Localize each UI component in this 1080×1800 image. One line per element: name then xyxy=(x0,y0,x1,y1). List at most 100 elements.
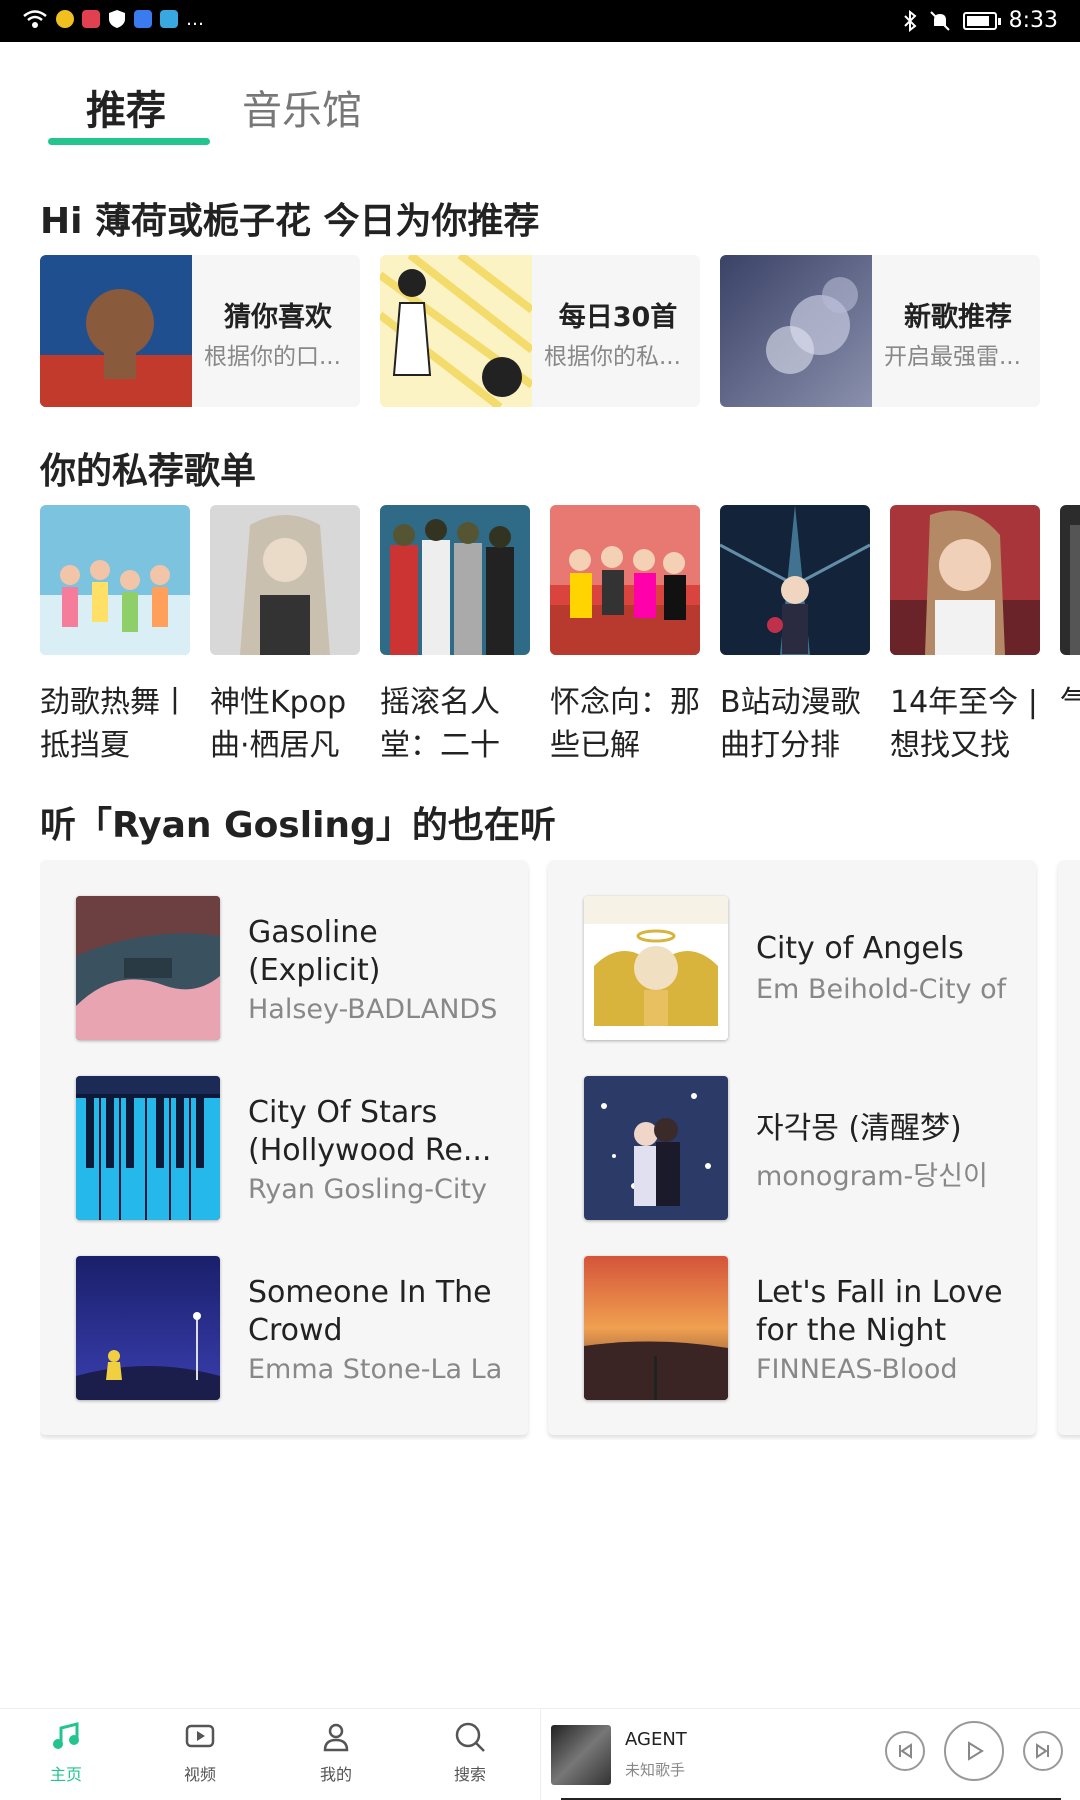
playlist-name: 怀念向：那些已解 xyxy=(550,685,700,763)
play-button[interactable] xyxy=(944,1721,1004,1781)
status-time: 8:33 xyxy=(1008,8,1058,33)
playlist-row: 劲歌热舞丨抵挡夏 神性Kpop曲·栖居凡 摇滚名人堂：二十 怀念向：那些已解 B… xyxy=(40,505,1080,765)
nav-label: 视频 xyxy=(183,1765,216,1784)
nav-label: 搜索 xyxy=(453,1765,486,1784)
playlist-cover xyxy=(1060,505,1080,655)
mute-icon xyxy=(929,10,950,31)
video-icon xyxy=(185,1724,215,1748)
recommend-title: 每日30首 xyxy=(558,302,678,333)
song-cover xyxy=(584,1076,728,1220)
recommend-card-daily30[interactable]: 每日30首 根据你的私... xyxy=(380,255,700,407)
playlist-name: 劲歌热舞丨抵挡夏 xyxy=(40,685,190,763)
playlist-item[interactable]: 劲歌热舞丨抵挡夏 xyxy=(40,505,190,765)
next-button[interactable] xyxy=(1023,1731,1063,1771)
playlist-item[interactable]: 摇滚名人堂：二十 xyxy=(380,505,530,765)
song-item[interactable]: Let's Fall in Love for the Night (E... F… xyxy=(584,1256,1024,1402)
greeting-title: Hi 薄荷或栀子花 今日为你推荐 xyxy=(40,201,540,242)
song-artist: Em Beihold-City of xyxy=(756,974,1007,1005)
song-title: Let's Fall in Love for the Night (E... xyxy=(756,1275,1003,1348)
now-playing-cover xyxy=(551,1725,611,1785)
recommend-card-guess[interactable]: 猜你喜欢 根据你的口... xyxy=(40,255,360,407)
skip-next-icon xyxy=(1036,1743,1049,1759)
nav-label: 主页 xyxy=(49,1765,82,1784)
nav-mine[interactable]: 我的 xyxy=(296,1717,376,1785)
more-icon: … xyxy=(186,8,204,30)
previous-button[interactable] xyxy=(885,1731,925,1771)
playlist-cover xyxy=(380,505,530,655)
playlist-cover xyxy=(210,505,360,655)
song-title: City Of Stars (Hollywood Re... xyxy=(248,1095,492,1168)
music-note-icon xyxy=(53,1722,79,1749)
song-artist: Ryan Gosling-City xyxy=(248,1174,487,1205)
recommend-card-new-songs[interactable]: 新歌推荐 开启最强雷... xyxy=(720,255,1040,407)
recommend-subtitle: 根据你的私... xyxy=(544,344,681,370)
song-item[interactable]: Someone In The Crowd Emma Stone-La La xyxy=(76,1256,516,1402)
status-left-icons: … xyxy=(22,8,204,30)
song-title: 자각몽 (清醒梦) xyxy=(756,1111,962,1146)
app-icon xyxy=(56,10,74,28)
nav-search[interactable]: 搜索 xyxy=(430,1717,510,1785)
tab-music-hall[interactable]: 音乐馆 xyxy=(242,78,362,136)
playlist-item[interactable]: 神性Kpop曲·栖居凡 xyxy=(210,505,360,765)
app-icon xyxy=(160,10,178,28)
playlist-item[interactable]: 怀念向：那些已解 xyxy=(550,505,700,765)
recommend-subtitle: 根据你的口... xyxy=(204,344,341,370)
nav-home[interactable]: 主页 xyxy=(26,1717,106,1785)
recommend-subtitle: 开启最强雷... xyxy=(884,344,1021,370)
nav-video[interactable]: 视频 xyxy=(160,1717,240,1785)
battery-icon xyxy=(962,11,1001,30)
playlist-name: 气磺 xyxy=(1060,685,1080,720)
mini-player[interactable]: AGENT 未知歌手 xyxy=(540,1709,1080,1800)
song-title: City of Angels xyxy=(756,931,964,966)
also-listening-title: 听「Ryan Gosling」的也在听 xyxy=(40,805,556,846)
song-group-card: City of Angels Em Beihold-City of 자각몽 (清… xyxy=(548,860,1036,1435)
playlist-cover xyxy=(890,505,1040,655)
bluetooth-icon xyxy=(903,9,917,32)
also-listening-row: Gasoline (Explicit) Halsey-BADLANDS City… xyxy=(40,860,1080,1440)
person-icon xyxy=(323,1723,349,1752)
playlist-item[interactable]: B站动漫歌曲打分排 xyxy=(719,505,871,765)
playlist-cover xyxy=(550,505,700,655)
recommend-title: 新歌推荐 xyxy=(904,302,1012,333)
status-right-icons: 8:33 xyxy=(903,8,1058,33)
shield-icon xyxy=(109,10,125,28)
playlist-item[interactable]: 气磺 xyxy=(1060,505,1080,765)
playlist-name: B站动漫歌曲打分排 xyxy=(720,685,861,763)
recommend-cover-image xyxy=(720,255,872,407)
song-cover xyxy=(76,1256,220,1400)
app-icon xyxy=(134,10,152,28)
playlist-cover xyxy=(719,505,871,655)
song-cover xyxy=(76,1076,220,1220)
song-item[interactable]: 자각몽 (清醒梦) monogram-당신이 xyxy=(584,1076,1024,1222)
song-artist: FINNEAS-Blood xyxy=(756,1354,958,1385)
song-artist: Emma Stone-La La xyxy=(248,1354,503,1385)
song-title: Someone In The Crowd xyxy=(248,1275,492,1348)
song-cover xyxy=(584,1256,728,1400)
song-item[interactable]: Gasoline (Explicit) Halsey-BADLANDS xyxy=(76,896,516,1042)
search-icon xyxy=(455,1722,485,1752)
now-playing-artist: 未知歌手 xyxy=(625,1761,686,1779)
song-item[interactable]: City of Angels Em Beihold-City of xyxy=(584,896,1024,1042)
playlist-name: 摇滚名人堂：二十 xyxy=(380,685,500,763)
recommend-title: 猜你喜欢 xyxy=(224,302,332,333)
playlist-item[interactable]: 14年至今 | 想找又找 xyxy=(890,505,1040,765)
recommend-row: 猜你喜欢 根据你的口... 每日30首 根据你的私... 新歌推荐 开启最强雷.… xyxy=(40,255,1040,407)
status-bar: … 8:33 xyxy=(0,0,1080,42)
now-playing-title: AGENT xyxy=(625,1729,687,1750)
nav-label: 我的 xyxy=(319,1765,352,1784)
song-cover xyxy=(76,896,220,1040)
active-tab-indicator xyxy=(48,138,210,145)
recommend-cover-image xyxy=(40,255,192,407)
wifi-icon xyxy=(23,10,47,28)
tab-recommend[interactable]: 推荐 xyxy=(86,78,166,136)
skip-previous-icon xyxy=(899,1743,912,1759)
app-icon xyxy=(82,10,100,28)
playlist-cover xyxy=(40,505,190,655)
song-group-card xyxy=(1058,860,1080,1435)
bottom-bar: 主页 视频 我的 搜索 AGENT 未知歌手 xyxy=(0,1708,1080,1800)
song-artist: monogram-당신이 xyxy=(756,1161,988,1192)
play-icon xyxy=(968,1741,984,1761)
song-item[interactable]: City Of Stars (Hollywood Re... Ryan Gosl… xyxy=(76,1076,516,1222)
top-tabs: 推荐 音乐馆 xyxy=(0,42,1080,152)
song-cover xyxy=(584,896,728,1040)
